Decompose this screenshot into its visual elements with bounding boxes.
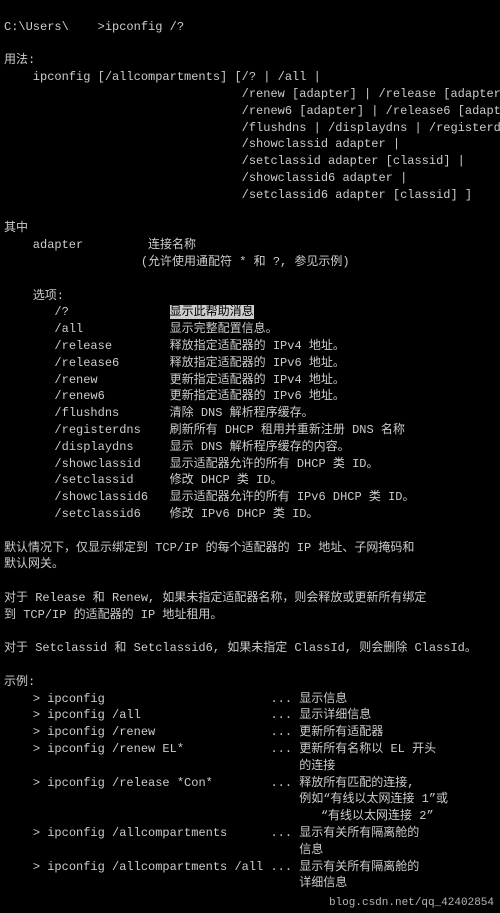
usage-line: /setclassid6 adapter [classid] ]	[4, 188, 472, 202]
example-cmd: > ipconfig /release *Con*	[33, 776, 213, 790]
usage-line: /renew [adapter] | /release [adapter] |	[4, 87, 500, 101]
prompt-cmd: >ipconfig /?	[98, 20, 184, 34]
option-desc-highlight: 显示此帮助消息	[170, 305, 254, 319]
usage-header: 用法:	[4, 53, 35, 67]
watermark: blog.csdn.net/qq_42402854	[327, 896, 496, 911]
option-flag: /release	[54, 339, 112, 353]
option-row: /setclassid 修改 DHCP 类 ID。	[4, 473, 282, 487]
example-cmd: > ipconfig /allcompartments	[33, 826, 227, 840]
example-cmd: > ipconfig /renew	[33, 725, 155, 739]
example-row: > ipconfig /allcompartments ... 显示有关所有隔离…	[4, 826, 419, 857]
where-line: (允许使用通配符 * 和 ?, 参见示例)	[4, 255, 350, 269]
option-flag: /release6	[54, 356, 119, 370]
prompt-path: C:\Users\	[4, 20, 69, 34]
example-desc: 显示详细信息	[299, 708, 371, 722]
example-desc: 更新所有适配器	[299, 725, 383, 739]
option-flag: /all	[54, 322, 83, 336]
option-row: /displaydns 显示 DNS 解析程序缓存的内容。	[4, 440, 350, 454]
examples-header: 示例:	[4, 675, 35, 689]
option-flag: /setclassid	[54, 473, 133, 487]
example-row: > ipconfig /renew EL* ... 更新所有名称以 EL 开头 …	[4, 742, 436, 773]
option-row: /release 释放指定适配器的 IPv4 地址。	[4, 339, 345, 353]
option-desc: 刷新所有 DHCP 租用并重新注册 DNS 名称	[170, 423, 405, 437]
example-cmd: > ipconfig /all	[33, 708, 141, 722]
example-desc: 显示信息	[299, 692, 347, 706]
example-row: > ipconfig /all ... 显示详细信息	[4, 708, 371, 722]
prompt-user-redacted: ████	[69, 19, 98, 36]
option-row: /showclassid 显示适配器允许的所有 DHCP 类 ID。	[4, 457, 378, 471]
option-desc: 修改 IPv6 DHCP 类 ID。	[170, 507, 319, 521]
option-flag: /renew6	[54, 389, 104, 403]
option-flag: /displaydns	[54, 440, 133, 454]
example-cmd: > ipconfig /renew EL*	[33, 742, 184, 756]
option-flag: /flushdns	[54, 406, 119, 420]
example-cmd: > ipconfig	[33, 692, 105, 706]
usage-line: ipconfig [/allcompartments] [/? | /all |	[4, 70, 321, 84]
usage-line: /setclassid adapter [classid] |	[4, 154, 465, 168]
option-row: /registerdns 刷新所有 DHCP 租用并重新注册 DNS 名称	[4, 423, 405, 437]
usage-line: /renew6 [adapter] | /release6 [adapter] …	[4, 104, 500, 118]
usage-line: /showclassid adapter |	[4, 137, 400, 151]
where-line: adapter 连接名称	[4, 238, 196, 252]
option-flag: /registerdns	[54, 423, 140, 437]
example-row: > ipconfig /release *Con* ... 释放所有匹配的连接,…	[4, 776, 448, 824]
prompt-line: C:\Users\████>ipconfig /?	[4, 20, 184, 34]
option-row: /? 显示此帮助消息	[4, 305, 254, 319]
option-row: /showclassid6 显示适配器允许的所有 IPv6 DHCP 类 ID。	[4, 490, 414, 504]
usage-line: /showclassid6 adapter |	[4, 171, 407, 185]
body-para: 对于 Setclassid 和 Setclassid6, 如果未指定 Class…	[4, 641, 477, 655]
option-desc: 修改 DHCP 类 ID。	[170, 473, 283, 487]
option-flag: /renew	[54, 373, 97, 387]
example-cmd: > ipconfig /allcompartments /all	[33, 860, 263, 874]
option-desc: 释放指定适配器的 IPv6 地址。	[170, 356, 345, 370]
option-flag: /showclassid	[54, 457, 140, 471]
option-desc: 清除 DNS 解析程序缓存。	[170, 406, 314, 420]
example-row: > ipconfig /renew ... 更新所有适配器	[4, 725, 383, 739]
option-desc: 释放指定适配器的 IPv4 地址。	[170, 339, 345, 353]
option-row: /release6 释放指定适配器的 IPv6 地址。	[4, 356, 345, 370]
body-para: 对于 Release 和 Renew, 如果未指定适配器名称，则会释放或更新所有…	[4, 591, 426, 622]
options-header: 选项:	[4, 289, 64, 303]
usage-line: /flushdns | /displaydns | /registerdns |	[4, 121, 500, 135]
option-flag: /showclassid6	[54, 490, 148, 504]
option-flag: /?	[54, 305, 68, 319]
example-row: > ipconfig ... 显示信息	[4, 692, 347, 706]
option-desc: 显示适配器允许的所有 IPv6 DHCP 类 ID。	[170, 490, 415, 504]
option-row: /setclassid6 修改 IPv6 DHCP 类 ID。	[4, 507, 318, 521]
example-row: > ipconfig /allcompartments /all ... 显示有…	[4, 860, 419, 891]
terminal-output: C:\Users\████>ipconfig /? 用法: ipconfig […	[0, 0, 500, 913]
option-desc: 更新指定适配器的 IPv4 地址。	[170, 373, 345, 387]
option-desc: 显示适配器允许的所有 DHCP 类 ID。	[170, 457, 379, 471]
option-row: /renew 更新指定适配器的 IPv4 地址。	[4, 373, 345, 387]
option-flag: /setclassid6	[54, 507, 140, 521]
option-desc: 显示 DNS 解析程序缓存的内容。	[170, 440, 350, 454]
body-para: 默认情况下，仅显示绑定到 TCP/IP 的每个适配器的 IP 地址、子网掩码和 …	[4, 541, 414, 572]
option-row: /flushdns 清除 DNS 解析程序缓存。	[4, 406, 314, 420]
option-desc: 显示完整配置信息。	[170, 322, 278, 336]
option-desc: 更新指定适配器的 IPv6 地址。	[170, 389, 345, 403]
where-header: 其中	[4, 221, 28, 235]
option-row: /all 显示完整配置信息。	[4, 322, 278, 336]
option-row: /renew6 更新指定适配器的 IPv6 地址。	[4, 389, 345, 403]
